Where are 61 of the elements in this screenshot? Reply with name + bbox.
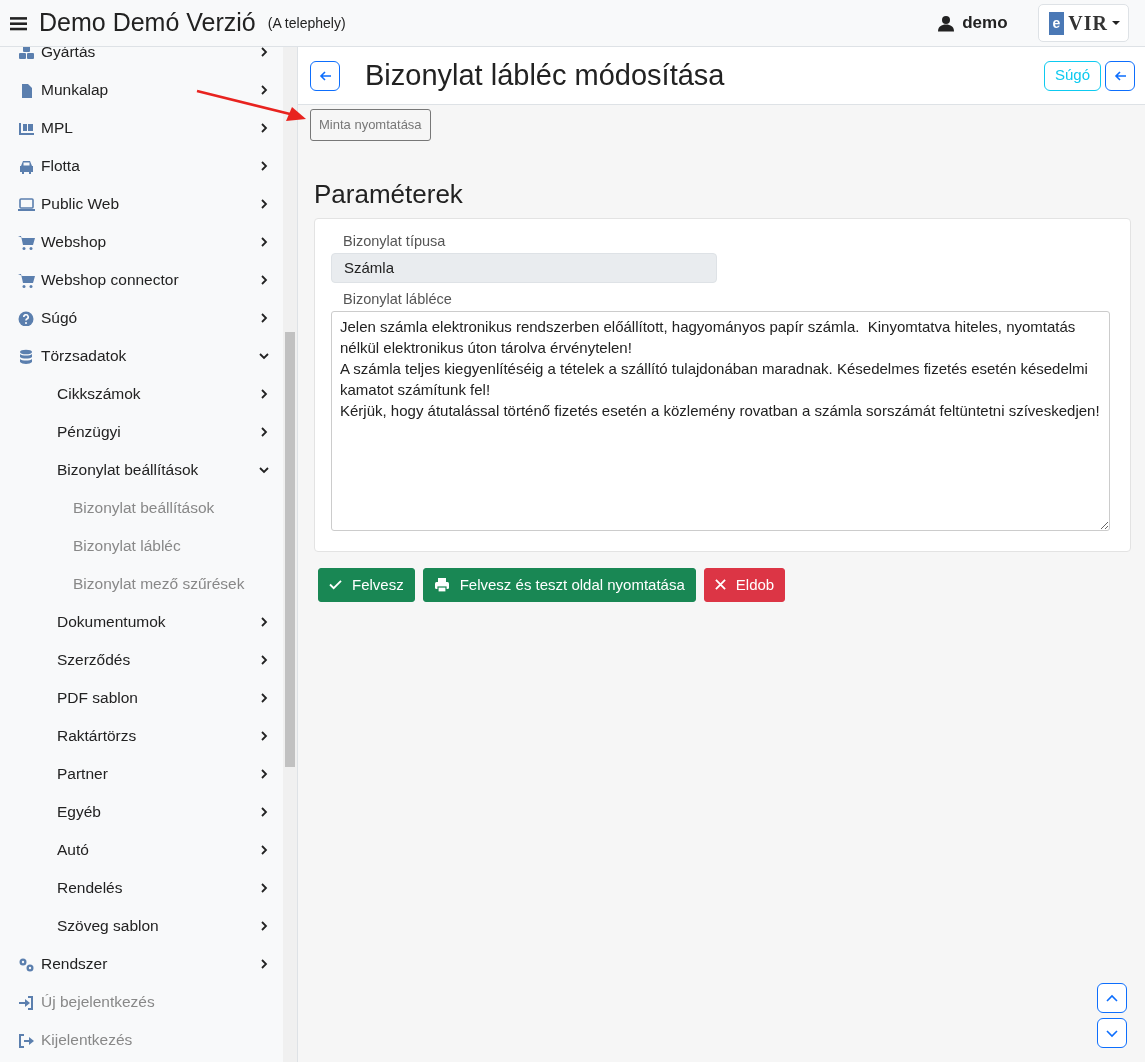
- logo-dropdown[interactable]: e VIR: [1037, 4, 1129, 42]
- menu-item[interactable]: Rendszer: [0, 945, 283, 983]
- check-icon: [329, 579, 342, 591]
- menu-item[interactable]: Törzsadatok: [0, 337, 283, 375]
- menu-item[interactable]: Autó: [0, 831, 283, 869]
- back-arrow-icon: [1113, 68, 1127, 83]
- print-sample-button[interactable]: Minta nyomtatása: [310, 109, 431, 141]
- laptop-icon: [18, 196, 35, 212]
- back-button[interactable]: [310, 60, 340, 91]
- help-icon: [18, 310, 35, 326]
- app-title: Demo Demó Verzió: [39, 7, 256, 39]
- sign-in-icon: [18, 994, 35, 1010]
- save-and-print-button[interactable]: Felvesz és teszt oldal nyomtatása: [422, 567, 696, 603]
- menu-item[interactable]: Egyéb: [0, 793, 283, 831]
- database-icon: [18, 348, 35, 364]
- menu-item[interactable]: Bizonylat beállítások: [0, 451, 283, 489]
- discard-button[interactable]: Eldob: [703, 567, 786, 603]
- cart-icon: [18, 234, 35, 250]
- save-button[interactable]: Felvesz: [318, 567, 415, 603]
- menu-item[interactable]: Pénzügyi: [0, 413, 283, 451]
- section-title: Paraméterek: [314, 178, 464, 210]
- user-icon: [938, 14, 955, 32]
- scroll-bottom-button[interactable]: [1097, 1018, 1127, 1048]
- menu-item[interactable]: PDF sablon: [0, 679, 283, 717]
- menu-item[interactable]: Cikkszámok: [0, 375, 283, 413]
- menu-item[interactable]: Munkalap: [0, 71, 283, 109]
- menu-item[interactable]: Raktártörzs: [0, 717, 283, 755]
- menu-item[interactable]: Flotta: [0, 147, 283, 185]
- footer-textarea[interactable]: Jelen számla elektronikus rendszerben előállított, hagyományos papír számla. Kinyomtatva hiteles, nyomtatás nélkül elektronikus úton tárolva érvénytelen! A számla teljes kiegyenlítéséig a tételek a szállító tulajdonában maradnak. Késedelmes fizetés esetén késedelmi kamatot számítunk fel! Kérjük, hogy átutalással történő fizetés esetén a közlemény rovatban a számla sorszámát feltüntetni szíveskedjen!: [331, 310, 1110, 531]
- menu-item[interactable]: Webshop connector: [0, 261, 283, 299]
- back-button[interactable]: [1105, 60, 1135, 91]
- cart-icon: [18, 272, 35, 288]
- close-icon: [714, 579, 726, 591]
- menu-item[interactable]: Webshop: [0, 223, 283, 261]
- menu-item[interactable]: Súgó: [0, 299, 283, 337]
- menu-item[interactable]: Szöveg sablon: [0, 907, 283, 945]
- gears-icon: [18, 956, 35, 972]
- menu-item[interactable]: Public Web: [0, 185, 283, 223]
- menu-item[interactable]: Rendelés: [0, 869, 283, 907]
- scrollbar[interactable]: [283, 47, 298, 1062]
- printer-icon: [433, 576, 450, 593]
- menu-icon[interactable]: [10, 14, 27, 32]
- menu-item[interactable]: Partner: [0, 755, 283, 793]
- caret-icon: [1112, 21, 1120, 25]
- logo-text: VIR: [1068, 11, 1108, 36]
- scroll-top-button[interactable]: [1097, 983, 1127, 1013]
- dolly-icon: [18, 120, 35, 136]
- page-title: Bizonylat lábléc módosítása: [365, 58, 725, 93]
- location-label: (A telephely): [267, 13, 346, 33]
- user-name[interactable]: demo: [962, 10, 1008, 36]
- cubes-icon: [18, 47, 35, 60]
- menu-item[interactable]: Dokumentumok: [0, 603, 283, 641]
- car-icon: [18, 158, 35, 174]
- menu-item[interactable]: Bizonylat beállítások: [0, 489, 283, 527]
- chevron-up-icon: [1106, 993, 1118, 1003]
- menu-item[interactable]: MPL: [0, 109, 283, 147]
- menu-item[interactable]: Szerződés: [0, 641, 283, 679]
- logo-letter: e: [1048, 11, 1065, 35]
- chevron-down-icon: [1106, 1028, 1118, 1038]
- sign-out-icon: [18, 1032, 35, 1048]
- back-arrow-icon: [318, 68, 332, 83]
